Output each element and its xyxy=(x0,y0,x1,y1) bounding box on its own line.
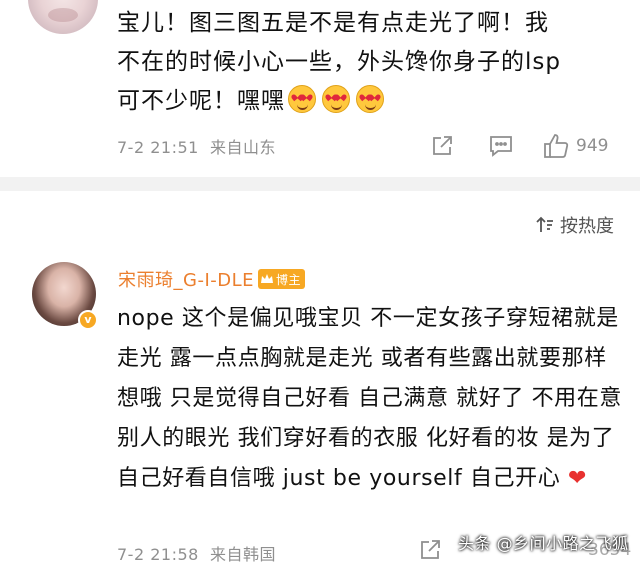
watermark: 头条 @乡间小路之飞狐 xyxy=(458,534,629,553)
commenter-avatar[interactable] xyxy=(28,0,98,34)
comment-line: 可不少呢！嘿嘿 xyxy=(117,88,285,114)
sort-icon xyxy=(535,215,555,235)
comment-icon xyxy=(488,134,514,158)
heart-emoji: ❤ xyxy=(567,466,587,491)
comment-line: 不在的时候小心一些，外头馋你身子的lsp xyxy=(117,49,561,75)
like-count: 949 xyxy=(576,136,609,156)
weibo-comment-screenshot: 宝儿！图三图五是不是有点走光了啊！我 不在的时候小心一些，外头馋你身子的lsp … xyxy=(0,0,640,563)
thumbs-up-icon xyxy=(542,132,570,160)
share-button[interactable] xyxy=(418,538,442,562)
comment-text: nope 这个是偏见哦宝贝 不一定女孩子穿短裙就是走光 露一点点胸就是走光 或者… xyxy=(117,299,622,499)
username: 宋雨琦_G-I-DLE xyxy=(118,270,255,291)
comment-location: 来自韩国 xyxy=(210,545,277,563)
comment-line: 宝儿！图三图五是不是有点走光了啊！我 xyxy=(117,10,549,36)
author-badge-label: 博主 xyxy=(276,272,302,287)
heart-eyes-emoji xyxy=(288,85,316,113)
comment-time: 7-2 21:58 xyxy=(117,545,199,563)
sort-by-hot-button[interactable]: 按热度 xyxy=(535,212,614,238)
comment-body: nope 这个是偏见哦宝贝 不一定女孩子穿短裙就是走光 露一点点胸就是走光 或者… xyxy=(117,306,622,491)
comment-text: 宝儿！图三图五是不是有点走光了啊！我 不在的时候小心一些，外头馋你身子的lsp … xyxy=(117,4,617,121)
share-icon xyxy=(430,134,454,158)
comment-button[interactable] xyxy=(488,134,514,158)
section-divider xyxy=(0,177,640,191)
sort-label: 按热度 xyxy=(560,216,614,237)
share-button[interactable] xyxy=(430,134,454,158)
share-icon xyxy=(418,538,442,562)
author-name[interactable]: 宋雨琦_G-I-DLE 博主 xyxy=(118,266,306,292)
heart-eyes-emoji xyxy=(322,85,350,113)
verified-badge: v xyxy=(78,310,98,330)
comment-meta: 7-2 21:58 来自韩国 xyxy=(117,541,276,563)
crown-icon xyxy=(261,274,274,283)
heart-eyes-emoji xyxy=(356,85,384,113)
like-button[interactable]: 949 xyxy=(542,132,608,160)
comment-actions: 949 xyxy=(0,130,640,162)
author-badge: 博主 xyxy=(258,269,306,289)
